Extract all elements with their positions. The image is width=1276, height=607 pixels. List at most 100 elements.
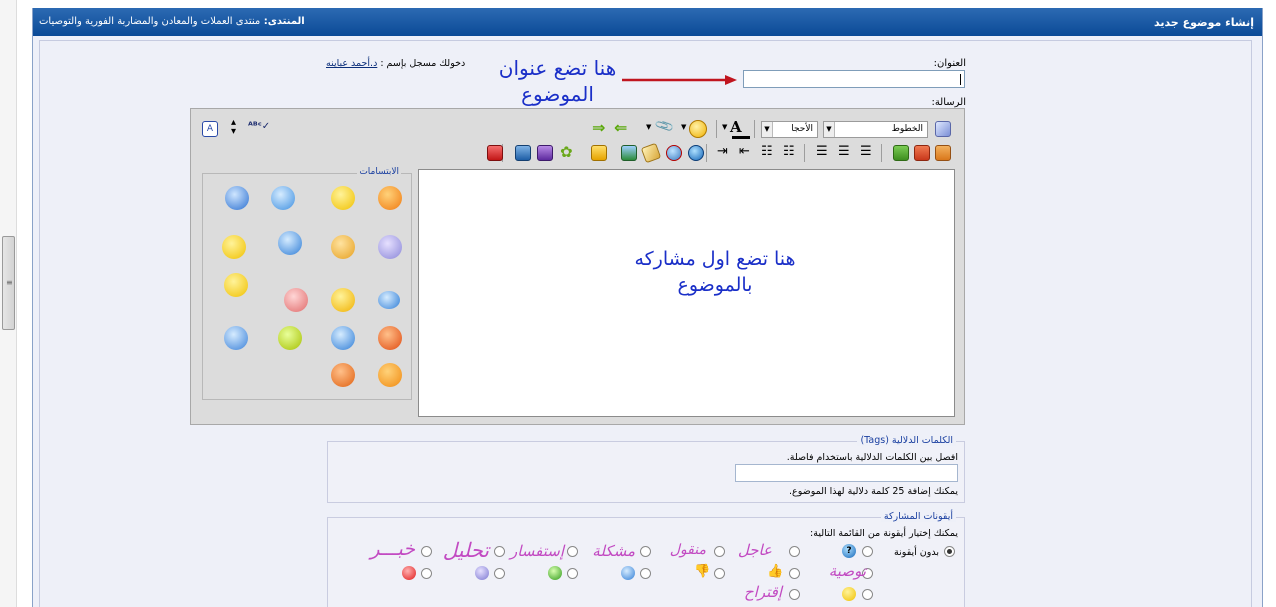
attach-dropdown-icon[interactable]: ▼ bbox=[646, 123, 651, 131]
post-icon-radio[interactable] bbox=[494, 568, 505, 579]
resize-icon[interactable]: ▴ ▾ bbox=[231, 118, 236, 137]
quote-icon[interactable] bbox=[591, 145, 607, 161]
post-icon-radio[interactable] bbox=[421, 546, 432, 557]
tags-fieldset: الكلمات الدلالية (Tags) افصل بين الكلمات… bbox=[327, 435, 965, 503]
post-icon-radio[interactable] bbox=[640, 546, 651, 557]
post-icon-radio[interactable] bbox=[862, 589, 873, 600]
smilie-icon[interactable] bbox=[278, 231, 302, 255]
smilie-icon[interactable] bbox=[378, 326, 402, 350]
question-icon: ? bbox=[842, 544, 856, 558]
tags-input[interactable] bbox=[735, 464, 958, 482]
smilie-icon[interactable] bbox=[378, 363, 402, 387]
font-select[interactable]: الخطوط ▼ bbox=[823, 121, 928, 138]
smilies-legend: الابتسامات bbox=[357, 167, 401, 177]
smilie-icon[interactable] bbox=[224, 273, 248, 297]
post-icon-label: تحليل bbox=[442, 538, 489, 562]
smilie-icon[interactable] bbox=[278, 326, 302, 350]
spellcheck-icon[interactable]: ᴬᴮᶜ✓ bbox=[248, 121, 270, 132]
wrap-tags-icon[interactable] bbox=[487, 145, 503, 161]
post-icon-radio-none[interactable] bbox=[944, 546, 955, 557]
thumbs-up-icon: 👍 bbox=[767, 564, 784, 579]
attach-icon[interactable]: 📎 bbox=[654, 116, 676, 137]
italic-icon[interactable] bbox=[914, 145, 930, 161]
post-icon-radio[interactable] bbox=[567, 546, 578, 557]
header-bar: إنشاء موضوع جديد المنتدى: منتدى العملات … bbox=[33, 8, 1262, 36]
smilie-icon[interactable] bbox=[378, 235, 402, 259]
ordered-list-icon[interactable]: ☷ bbox=[783, 144, 795, 159]
undo-icon[interactable]: ⇐ bbox=[614, 118, 627, 137]
title-input[interactable] bbox=[743, 70, 965, 88]
smilie-icon[interactable] bbox=[222, 235, 246, 259]
message-label: الرسالة: bbox=[931, 97, 966, 108]
post-icon-radio[interactable] bbox=[640, 568, 651, 579]
page-title: إنشاء موضوع جديد bbox=[1153, 16, 1254, 29]
post-icon-radio[interactable] bbox=[494, 546, 505, 557]
font-color-dropdown-icon[interactable]: ▼ bbox=[722, 123, 727, 131]
smilie-icon[interactable] bbox=[331, 186, 355, 210]
post-icons-legend: أيقونات المشاركة bbox=[880, 511, 956, 522]
smilie-icon[interactable] bbox=[331, 235, 355, 259]
remove-link-icon[interactable] bbox=[666, 145, 682, 161]
post-icon-radio[interactable] bbox=[789, 568, 800, 579]
post-icon-label: مشكلة bbox=[592, 542, 635, 560]
insert-smilie-icon[interactable] bbox=[689, 120, 707, 138]
logged-in-prefix: دخولك مسجل بإسم : bbox=[380, 58, 466, 69]
annotation-arrow bbox=[622, 75, 737, 85]
redo-icon[interactable]: ⇒ bbox=[592, 118, 605, 137]
align-center-icon[interactable]: ☰ bbox=[838, 144, 850, 159]
message-editor: الخطوط ▼ الأحجا ▼ A ▼ ▼ 📎 ▼ ⇐ ⇒ ᴬᴮᶜ✓ ▴ ▾ A … bbox=[190, 108, 965, 425]
outdent-icon[interactable]: ⇤ bbox=[739, 144, 750, 159]
smilie-icon[interactable] bbox=[378, 186, 402, 210]
happy-icon bbox=[842, 587, 856, 601]
forum-breadcrumb: المنتدى: منتدى العملات والمعادن والمضارب… bbox=[39, 16, 305, 27]
post-icon-radio[interactable] bbox=[789, 546, 800, 557]
align-left-icon[interactable]: ☰ bbox=[860, 144, 872, 159]
php-icon[interactable] bbox=[515, 145, 531, 161]
font-color-icon[interactable]: A bbox=[730, 118, 742, 136]
insert-link-icon[interactable] bbox=[688, 145, 704, 161]
size-select[interactable]: الأحجا ▼ bbox=[761, 121, 818, 138]
text-cursor bbox=[960, 74, 961, 85]
frown-icon bbox=[475, 566, 489, 580]
html-icon[interactable] bbox=[537, 145, 553, 161]
smile-icon bbox=[621, 566, 635, 580]
smilie-icon[interactable] bbox=[331, 363, 355, 387]
post-icon-radio[interactable] bbox=[714, 546, 725, 557]
no-icon-label: بدون أيقونة bbox=[894, 547, 939, 558]
tags-note: يمكنك إضافة 25 كلمة دلالية لهذا الموضوع. bbox=[789, 486, 958, 497]
post-icon-radio[interactable] bbox=[862, 546, 873, 557]
smilie-icon[interactable] bbox=[331, 326, 355, 350]
smilie-icon[interactable] bbox=[271, 186, 295, 210]
smilie-icon[interactable] bbox=[225, 186, 249, 210]
post-icon-radio[interactable] bbox=[567, 568, 578, 579]
post-icon-label: عاجل bbox=[737, 541, 772, 559]
align-right-icon[interactable]: ☰ bbox=[816, 144, 828, 159]
vertical-scrollbar[interactable]: ≡ bbox=[0, 0, 17, 607]
grin-icon bbox=[548, 566, 562, 580]
post-icon-radio[interactable] bbox=[421, 568, 432, 579]
logged-in-info: دخولك مسجل بإسم : د.أحمد عباينه bbox=[326, 58, 465, 69]
indent-icon[interactable]: ⇥ bbox=[717, 144, 728, 159]
forum-name: منتدى العملات والمعادن والمضاربة الفورية… bbox=[39, 16, 261, 27]
scrollbar-thumb[interactable]: ≡ bbox=[2, 236, 15, 330]
post-icons-instruction: يمكنك إختيار أيقونة من القائمة التالية: bbox=[810, 528, 958, 539]
smilie-icon[interactable] bbox=[331, 288, 355, 312]
username-link[interactable]: د.أحمد عباينه bbox=[326, 58, 377, 69]
smilie-icon[interactable] bbox=[284, 288, 308, 312]
smilie-dropdown-icon[interactable]: ▼ bbox=[681, 123, 686, 131]
insert-email-icon[interactable] bbox=[640, 142, 662, 164]
post-icon-radio[interactable] bbox=[714, 568, 725, 579]
tags-legend: الكلمات الدلالية (Tags) bbox=[857, 435, 956, 446]
insert-image-icon[interactable] bbox=[621, 145, 637, 161]
post-icon-radio[interactable] bbox=[789, 589, 800, 600]
remove-format-icon[interactable] bbox=[935, 121, 951, 137]
underline-icon[interactable] bbox=[893, 145, 909, 161]
unordered-list-icon[interactable]: ☷ bbox=[761, 144, 773, 159]
smilie-icon[interactable] bbox=[224, 326, 248, 350]
title-label: العنوان: bbox=[933, 58, 966, 69]
code-icon[interactable]: ✿ bbox=[560, 143, 573, 161]
bold-icon[interactable] bbox=[935, 145, 951, 161]
smilie-icon[interactable] bbox=[378, 291, 400, 309]
forum-label: المنتدى: bbox=[263, 16, 305, 27]
switch-mode-icon[interactable]: A bbox=[202, 121, 218, 137]
